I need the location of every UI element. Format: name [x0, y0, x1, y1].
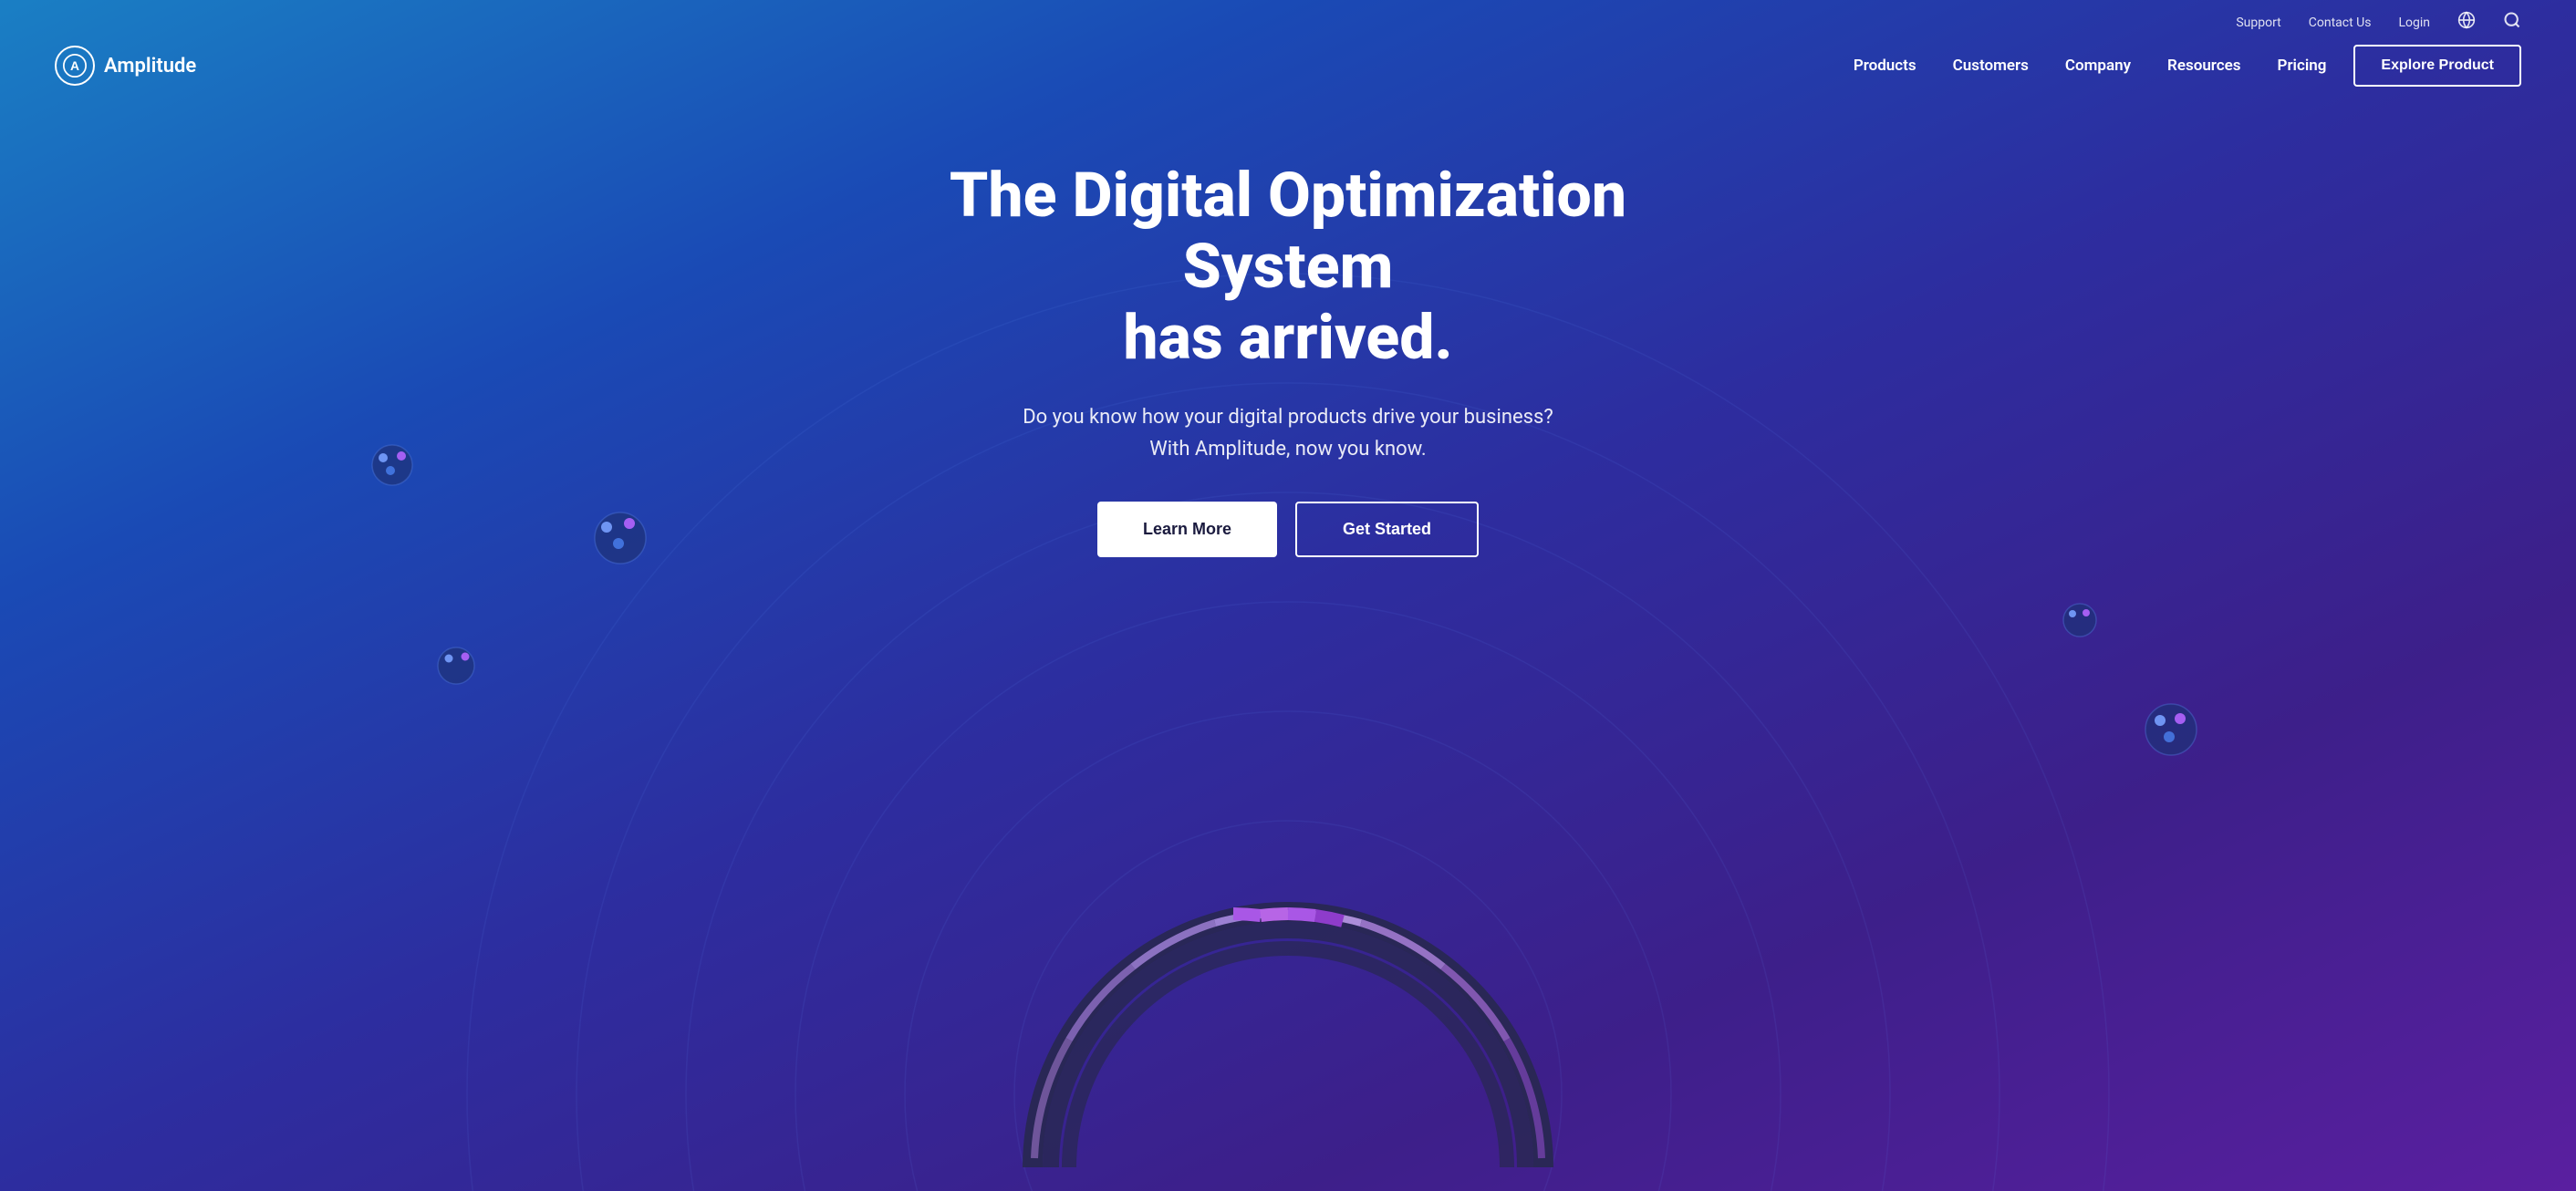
hero-title: The Digital Optimization System has arri…: [878, 160, 1698, 374]
nav-links: Products Customers Company Resources Pri…: [1854, 57, 2327, 75]
hero-subtitle: Do you know how your digital products dr…: [1023, 401, 1553, 465]
search-icon[interactable]: [2503, 11, 2521, 34]
utility-bar: Support Contact Us Login: [0, 0, 2576, 45]
support-link[interactable]: Support: [2236, 16, 2280, 30]
hero-buttons: Learn More Get Started: [1097, 502, 1479, 557]
nav-item-customers[interactable]: Customers: [1953, 57, 2029, 75]
nav-item-resources[interactable]: Resources: [2167, 57, 2241, 75]
navbar: A Amplitude Products Customers Company R…: [0, 45, 2576, 105]
nav-item-products[interactable]: Products: [1854, 57, 1916, 75]
learn-more-button[interactable]: Learn More: [1097, 502, 1277, 557]
login-link[interactable]: Login: [2398, 16, 2430, 30]
contact-us-link[interactable]: Contact Us: [2309, 16, 2372, 30]
logo-text: Amplitude: [104, 55, 196, 78]
hero-section: The Digital Optimization System has arri…: [0, 105, 2576, 648]
get-started-button[interactable]: Get Started: [1295, 502, 1479, 557]
logo-icon: A: [55, 46, 95, 86]
nav-item-company[interactable]: Company: [2065, 57, 2131, 75]
explore-product-button[interactable]: Explore Product: [2353, 45, 2521, 87]
nav-item-pricing[interactable]: Pricing: [2278, 57, 2327, 75]
globe-icon[interactable]: [2457, 11, 2476, 34]
logo[interactable]: A Amplitude: [55, 46, 196, 86]
svg-text:A: A: [70, 58, 79, 73]
